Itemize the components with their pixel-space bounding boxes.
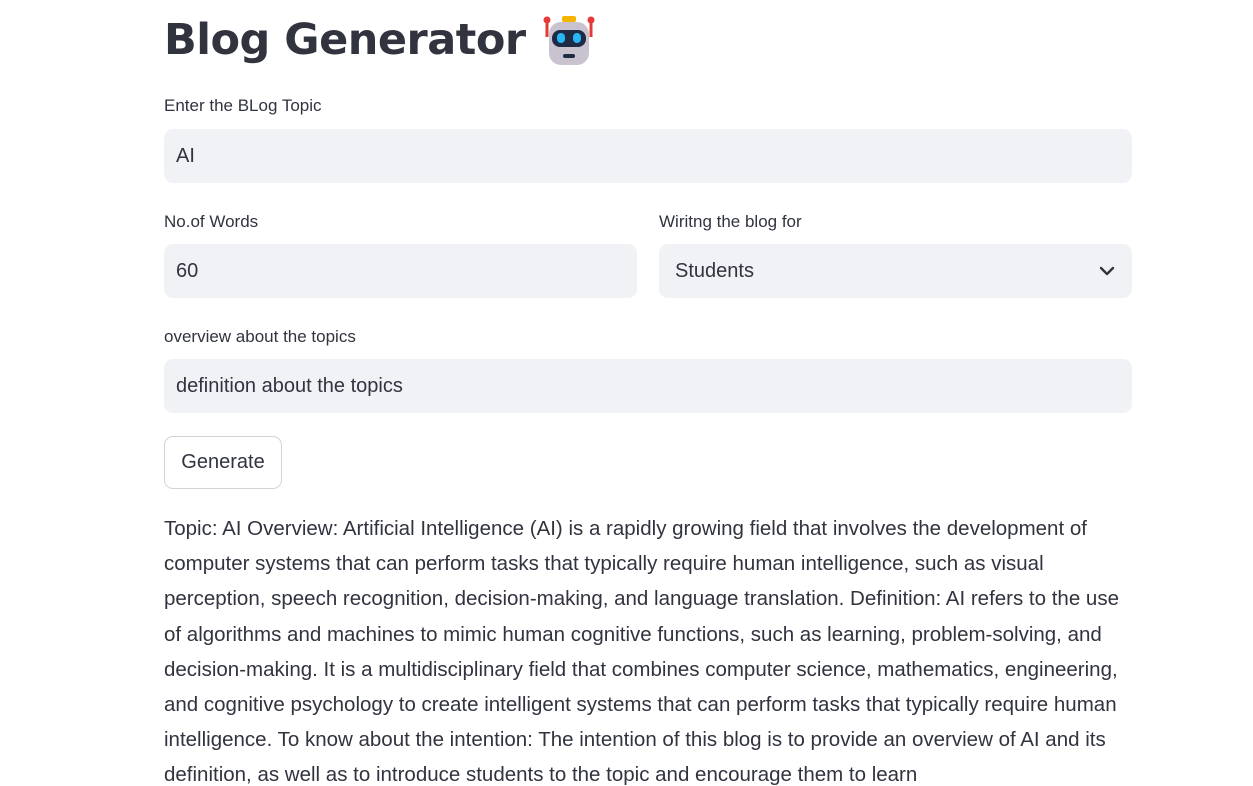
overview-label: overview about the topics bbox=[164, 327, 356, 346]
overview-input[interactable]: definition about the topics bbox=[164, 359, 1132, 413]
generated-blog-text: Topic: AI Overview: Artificial Intellige… bbox=[164, 517, 1119, 786]
audience-label: Wiritng the blog for bbox=[659, 212, 802, 231]
page-title: Blog Generator bbox=[164, 15, 526, 65]
words-label: No.of Words bbox=[164, 212, 259, 231]
robot-face-icon bbox=[542, 13, 596, 67]
chevron-down-icon[interactable] bbox=[1098, 262, 1116, 280]
generate-button[interactable]: Generate bbox=[164, 436, 282, 489]
topic-label: Enter the BLog Topic bbox=[164, 96, 322, 115]
audience-select[interactable]: Students bbox=[659, 244, 1132, 298]
title-row: Blog Generator bbox=[164, 8, 596, 72]
words-input[interactable]: 60 bbox=[164, 244, 637, 298]
topic-input[interactable]: AI bbox=[164, 129, 1132, 183]
app-page: Blog Generator Enter the BLog Topic AI N… bbox=[0, 0, 1253, 786]
audience-selected-value: Students bbox=[675, 259, 754, 282]
